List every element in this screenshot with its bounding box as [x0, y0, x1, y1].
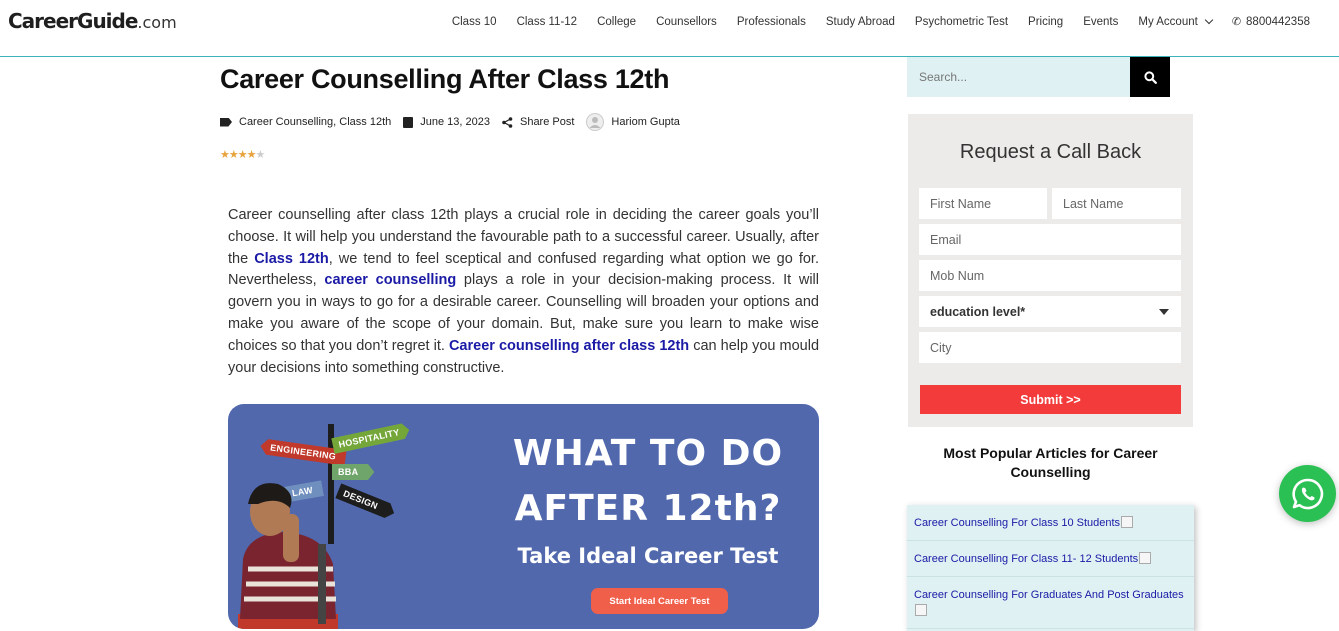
- intro-paragraph: Career counselling after class 12th play…: [228, 205, 819, 379]
- popular-article-link[interactable]: Career Counselling For Class 10 Students: [914, 517, 1120, 529]
- nav-professionals[interactable]: Professionals: [737, 15, 806, 28]
- student-illustration: [238, 483, 338, 629]
- nav-pricing[interactable]: Pricing: [1028, 15, 1063, 28]
- broken-image-icon: [1121, 516, 1134, 528]
- main-nav: Class 10 Class 11-12 College Counsellors…: [452, 15, 1310, 29]
- article-meta: Career Counselling, Class 12th June 13, …: [220, 113, 692, 131]
- education-level-value: education level*: [930, 304, 1026, 319]
- article-title: Career Counselling After Class 12th: [220, 64, 670, 94]
- author-text: Hariom Gupta: [611, 116, 680, 128]
- ideal-career-test-banner[interactable]: ENGINEERING HOSPITALITY BBA LAW DESIGN W…: [228, 404, 819, 629]
- categories-text: Career Counselling, Class 12th: [239, 116, 392, 128]
- submit-button[interactable]: Submit >>: [920, 385, 1181, 414]
- share-icon: [502, 116, 513, 128]
- meta-share[interactable]: Share Post: [502, 116, 574, 128]
- popular-articles-list: Career Counselling For Class 10 Students…: [907, 505, 1194, 631]
- callback-form: Request a Call Back First Name Last Name…: [908, 114, 1193, 427]
- sign-hospitality: HOSPITALITY: [331, 422, 411, 454]
- nav-class-11-12[interactable]: Class 11-12: [517, 15, 578, 28]
- search-button[interactable]: [1130, 57, 1170, 97]
- banner-subtitle: Take Ideal Career Test: [517, 544, 779, 568]
- logo-main: CareerGuide: [8, 9, 138, 33]
- nav-my-account[interactable]: My Account: [1138, 15, 1214, 28]
- search-bar: [907, 57, 1170, 97]
- phone-icon: ✆: [1231, 16, 1242, 28]
- form-title: Request a Call Back: [959, 141, 1142, 163]
- mobile-field[interactable]: Mob Num: [919, 260, 1181, 291]
- nav-events[interactable]: Events: [1083, 15, 1118, 28]
- search-icon: [1143, 70, 1157, 84]
- first-name-field[interactable]: First Name: [919, 188, 1047, 219]
- nav-psychometric-test[interactable]: Psychometric Test: [915, 15, 1008, 28]
- nav-phone[interactable]: ✆ 8800442358: [1231, 15, 1310, 29]
- meta-author[interactable]: Hariom Gupta: [586, 113, 680, 131]
- calendar-icon: [403, 116, 414, 128]
- nav-college[interactable]: College: [597, 15, 636, 28]
- whatsapp-chat-button[interactable]: [1279, 465, 1336, 522]
- list-item[interactable]: Career Counselling For Class 11- 12 Stud…: [907, 541, 1194, 577]
- link-career-counselling[interactable]: career counselling: [324, 272, 456, 288]
- share-text: Share Post: [519, 116, 575, 128]
- nav-class-10[interactable]: Class 10: [452, 15, 497, 28]
- list-item[interactable]: Career Counselling For Graduates And Pos…: [907, 577, 1194, 629]
- banner-headline: WHAT TO DO AFTER 12th?: [498, 426, 798, 536]
- email-field[interactable]: Email: [919, 224, 1181, 255]
- popular-article-link[interactable]: Career Counselling For Graduates And Pos…: [914, 589, 1184, 601]
- tag-icon: [220, 117, 232, 127]
- education-level-select[interactable]: education level*: [919, 296, 1181, 327]
- broken-image-icon: [1139, 552, 1152, 564]
- phone-number: 8800442358: [1246, 15, 1310, 28]
- link-class-12th[interactable]: Class 12th: [254, 251, 329, 267]
- banner-line-1: WHAT TO DO: [512, 433, 784, 474]
- my-account-label: My Account: [1138, 15, 1198, 28]
- caret-down-icon: [1159, 309, 1169, 315]
- date-text: June 13, 2023: [420, 116, 490, 128]
- city-field[interactable]: City: [919, 332, 1181, 363]
- popular-article-link[interactable]: Career Counselling For Class 11- 12 Stud…: [914, 553, 1138, 565]
- start-career-test-button[interactable]: Start Ideal Career Test: [591, 588, 728, 614]
- author-avatar-icon: [586, 113, 605, 131]
- whatsapp-icon: [1291, 478, 1323, 509]
- meta-categories[interactable]: Career Counselling, Class 12th: [220, 116, 391, 128]
- last-name-field[interactable]: Last Name: [1052, 188, 1181, 219]
- rating-stars[interactable]: ★★★★★: [220, 148, 265, 161]
- chevron-down-icon: [1204, 15, 1214, 25]
- logo-suffix: .com: [137, 13, 177, 32]
- list-item[interactable]: Career Counselling For Class 10 Students: [907, 505, 1194, 541]
- meta-date: June 13, 2023: [403, 116, 490, 128]
- site-header: CareerGuide.com Class 10 Class 11-12 Col…: [0, 0, 1339, 57]
- banner-line-2: AFTER 12th?: [514, 488, 782, 529]
- broken-image-icon: [915, 604, 927, 616]
- site-logo[interactable]: CareerGuide.com: [8, 9, 177, 33]
- search-input[interactable]: [907, 57, 1130, 97]
- nav-counsellors[interactable]: Counsellors: [656, 15, 717, 28]
- popular-articles-title: Most Popular Articles for Career Counsel…: [943, 445, 1158, 480]
- link-career-counselling-after-12th[interactable]: Career counselling after class 12th: [449, 338, 689, 354]
- nav-study-abroad[interactable]: Study Abroad: [826, 15, 895, 28]
